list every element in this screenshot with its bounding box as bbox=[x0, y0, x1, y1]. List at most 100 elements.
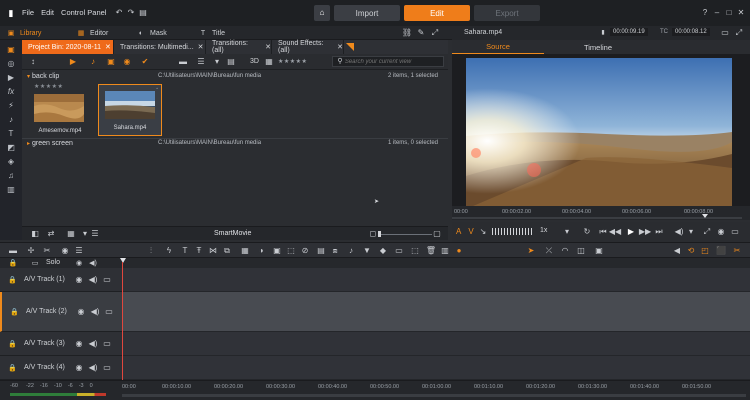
redo-icon[interactable]: ↷ bbox=[126, 8, 136, 18]
search-input[interactable] bbox=[344, 58, 443, 65]
speed-selector[interactable]: 1x bbox=[540, 227, 547, 234]
fit-icon[interactable]: ◀ bbox=[672, 246, 682, 256]
effects-icon[interactable]: fx bbox=[6, 86, 16, 96]
link-icon[interactable]: ⛓ bbox=[402, 28, 412, 38]
speed-tool-icon[interactable]: ⊘ bbox=[300, 246, 310, 256]
timeline-scrollbar[interactable] bbox=[122, 394, 746, 397]
tab-library[interactable]: ▣ Library bbox=[6, 26, 42, 40]
photo-filter-icon[interactable]: ▣ bbox=[106, 57, 116, 67]
tab-title[interactable]: T Title bbox=[198, 26, 225, 40]
details-view-icon[interactable]: ☰ bbox=[90, 229, 100, 239]
lock-icon[interactable]: 🔒 bbox=[8, 258, 18, 268]
player-maximize-icon[interactable]: ⤢ bbox=[734, 28, 744, 38]
undo-icon[interactable]: ↶ bbox=[114, 8, 124, 18]
home-button[interactable]: ⌂ bbox=[314, 5, 330, 21]
audio-ducking-icon[interactable]: ϟ bbox=[164, 246, 174, 256]
columns-icon[interactable]: ▤ bbox=[226, 57, 236, 67]
snap-icon[interactable]: ◫ bbox=[576, 246, 586, 256]
title-tool-icon[interactable]: Ŧ bbox=[194, 246, 204, 256]
monitor-icon[interactable]: ▭ bbox=[102, 339, 112, 349]
track-options-icon[interactable]: ✢ bbox=[26, 246, 36, 256]
selection-tool-icon[interactable]: ➤ bbox=[526, 246, 536, 256]
disc-filter-icon[interactable]: ◉ bbox=[122, 57, 132, 67]
layers-icon[interactable]: ◈ bbox=[6, 156, 16, 166]
playhead-line[interactable] bbox=[122, 262, 123, 390]
sound-effects-icon[interactable]: ♫ bbox=[6, 170, 16, 180]
visibility-icon[interactable]: ◉ bbox=[74, 363, 84, 373]
edit-button[interactable]: Edit bbox=[404, 5, 470, 21]
import-button[interactable]: Import bbox=[334, 5, 400, 21]
collapse-arrow-icon[interactable]: ▾ bbox=[27, 73, 30, 80]
loop-icon[interactable]: ↻ bbox=[582, 227, 592, 237]
close-tab-icon[interactable]: ✕ bbox=[265, 43, 271, 51]
transitions-icon[interactable]: ⚡ bbox=[6, 100, 16, 110]
visibility-icon[interactable]: ◉ bbox=[76, 307, 86, 317]
add-to-bin-icon[interactable]: ◧ bbox=[30, 229, 40, 239]
audio-icon[interactable]: ◀) bbox=[88, 363, 98, 373]
timeline-view-icon[interactable]: ☰ bbox=[74, 246, 84, 256]
tab-transitions-multimedia[interactable]: Transitions: Multimedi... ✕ bbox=[114, 40, 206, 54]
visibility-all-icon[interactable]: ◉ bbox=[74, 258, 84, 268]
video-filter-icon[interactable]: ▶ bbox=[68, 57, 78, 67]
effects-tool-icon[interactable]: ⬚ bbox=[410, 246, 420, 256]
audio-filter-icon[interactable]: ♪ bbox=[88, 57, 98, 67]
expand-arrow-icon[interactable]: ▸ bbox=[27, 140, 30, 147]
view-options-icon[interactable]: ▾ bbox=[212, 57, 222, 67]
media-icon[interactable]: ▶ bbox=[6, 72, 16, 82]
group-header-back-clip[interactable]: ▾ back clip C:\Utilisateurs\MAIN\Bureau\… bbox=[22, 72, 448, 83]
visibility-icon[interactable]: ◉ bbox=[74, 339, 84, 349]
snapshot-icon[interactable]: ◉ bbox=[716, 227, 726, 237]
group-header-green-screen[interactable]: ▸ green screen C:\Utilisateurs\MAIN\Bure… bbox=[22, 138, 448, 149]
pin-icon[interactable]: ✎ bbox=[416, 28, 426, 38]
markers-tool-icon[interactable]: ▼ bbox=[362, 246, 372, 256]
titles-icon[interactable]: T bbox=[6, 128, 16, 138]
monitor-icon[interactable]: ▭ bbox=[102, 363, 112, 373]
audio-mixer-icon[interactable]: ⫶ bbox=[146, 246, 156, 256]
timeline-settings-icon[interactable]: ▬ bbox=[8, 246, 18, 256]
tab-timeline[interactable]: Timeline bbox=[552, 40, 644, 54]
record-icon[interactable]: ● bbox=[454, 246, 464, 256]
thumbnail-view-icon[interactable]: ▦ bbox=[66, 229, 76, 239]
goto-end-icon[interactable]: ⏭ bbox=[654, 227, 664, 237]
player-options-icon[interactable]: ▭ bbox=[720, 28, 730, 38]
search-box[interactable]: ⚲ bbox=[332, 56, 444, 67]
audio-sync-icon[interactable]: ⟲ bbox=[686, 246, 696, 256]
tab-sound-effects-all[interactable]: Sound Effects: (all) ✕ bbox=[272, 40, 344, 54]
smart-trim-icon[interactable]: ⬛ bbox=[716, 246, 726, 256]
tab-editor[interactable]: ▦ Editor bbox=[76, 26, 109, 40]
maximize-panel-icon[interactable]: ⤢ bbox=[430, 28, 440, 38]
delete-icon[interactable]: 🗑 bbox=[426, 246, 436, 256]
track-header[interactable]: 🔒 A/V Track (4) ◉ ◀) ▭ bbox=[0, 356, 122, 380]
tab-source[interactable]: Source bbox=[452, 40, 544, 54]
track-lane[interactable] bbox=[122, 268, 750, 292]
audio-icon[interactable]: ◀) bbox=[88, 339, 98, 349]
track-lock-icon[interactable]: 🔒 bbox=[8, 364, 17, 372]
audio-icon[interactable]: ◀) bbox=[88, 275, 98, 285]
player-ruler[interactable]: 00:00 00:00:02.00 00:00:04.00 00:00:06.0… bbox=[452, 206, 750, 220]
color-icon[interactable]: ◑ bbox=[256, 246, 266, 256]
tab-project-bin[interactable]: Project Bin: 2020-08-11 ✕ bbox=[22, 40, 114, 54]
scissors-icon[interactable]: ✂ bbox=[732, 246, 742, 256]
menu-control-panel[interactable]: Control Panel bbox=[61, 8, 106, 17]
grid-icon[interactable]: ▦ bbox=[264, 57, 274, 67]
speed-menu-icon[interactable]: ▾ bbox=[562, 227, 572, 237]
track-lane[interactable] bbox=[122, 292, 750, 332]
check-filter-icon[interactable]: ✔ bbox=[140, 57, 150, 67]
forward-icon[interactable]: ▶▶ bbox=[639, 227, 651, 237]
mute-all-icon[interactable]: ◀) bbox=[88, 258, 98, 268]
playhead-marker[interactable] bbox=[120, 258, 126, 263]
trim-icon[interactable]: ⧉ bbox=[222, 246, 232, 256]
rating-filter[interactable]: ★★★★★ bbox=[278, 58, 307, 65]
film-tool-icon[interactable]: ▥ bbox=[440, 246, 450, 256]
multi-camera-icon[interactable]: ▤ bbox=[316, 246, 326, 256]
folder-icon[interactable]: ▬ bbox=[178, 57, 188, 67]
smartmovie-button[interactable]: SmartMovie bbox=[214, 230, 251, 237]
solo-label[interactable]: Solo bbox=[46, 259, 60, 266]
close-tab-icon[interactable]: ✕ bbox=[198, 43, 204, 51]
track-lock-icon[interactable]: 🔒 bbox=[10, 308, 19, 316]
clip-amesemov[interactable]: Amesemov.mp4 bbox=[28, 88, 92, 140]
overview-icon[interactable]: ▣ bbox=[594, 246, 604, 256]
subtitle-icon[interactable]: ▭ bbox=[394, 246, 404, 256]
track-lock-icon[interactable]: 🔒 bbox=[8, 276, 17, 284]
rewind-icon[interactable]: ◀◀ bbox=[609, 227, 621, 237]
